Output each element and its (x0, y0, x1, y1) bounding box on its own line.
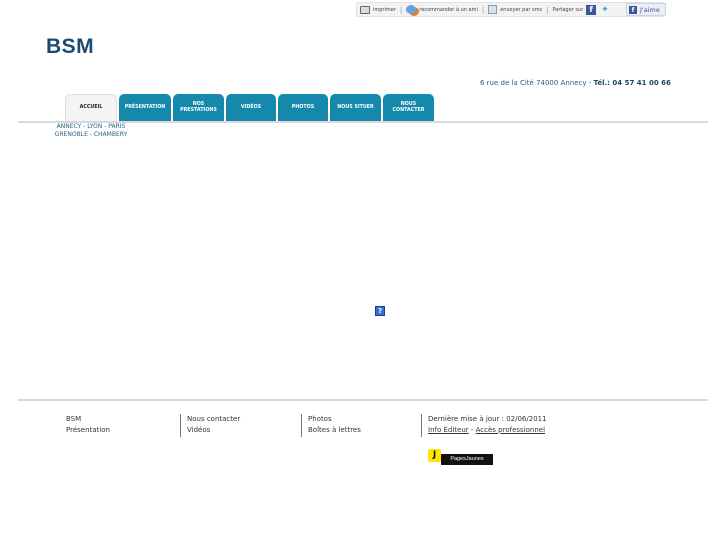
footer-divider (18, 399, 708, 401)
tab-presentation[interactable]: PRÉSENTATION (119, 94, 171, 121)
twitter-share-icon[interactable]: ✦ (601, 5, 609, 15)
missing-plugin-icon[interactable]: ? (375, 306, 385, 316)
footer-link-photos[interactable]: Photos (308, 414, 361, 425)
pro-access-link[interactable]: Accès professionnel (476, 426, 545, 434)
tab-videos[interactable]: VIDÉOS (226, 94, 276, 121)
footer-link-presentation[interactable]: Présentation (66, 425, 110, 436)
info-editeur-link[interactable]: Info Éditeur (428, 426, 469, 434)
tab-nous-situer[interactable]: NOUS SITUER (330, 94, 381, 121)
footer-link-letterboxes[interactable]: Boîtes à lettres (308, 425, 361, 436)
people-icon (406, 5, 417, 14)
pagesjaunes-badge[interactable]: PagesJaunes (441, 454, 493, 465)
tab-prestations[interactable]: NOS PRESTATIONS (173, 94, 224, 121)
last-update: Dernière mise à jour : 02/06/2011 (428, 415, 547, 423)
send-label: envoyer par sms (500, 6, 543, 13)
cities-list: ANNECY - LYON - PARIS GRENOBLE - CHAMBER… (50, 123, 132, 139)
recommend-label: recommander à un ami (419, 6, 478, 13)
phone-number: Tél.: 04 57 41 00 66 (593, 79, 671, 87)
footer-link-videos[interactable]: Vidéos (187, 425, 240, 436)
footer-link-contact[interactable]: Nous contacter (187, 414, 240, 425)
cities-line-1: ANNECY - LYON - PARIS (56, 123, 126, 130)
tab-accueil[interactable]: ACCUEIL (65, 94, 117, 121)
main-nav: ACCUEIL PRÉSENTATION NOS PRESTATIONS VID… (65, 94, 436, 121)
footer-col-1: BSM Présentation (66, 414, 110, 436)
print-button[interactable]: imprimer (357, 5, 399, 14)
facebook-share-icon[interactable]: f (586, 4, 597, 15)
mobile-icon (488, 5, 498, 14)
tab-nous-contacter[interactable]: NOUS CONTACTER (383, 94, 434, 121)
contact-address: 6 rue de la Cité 74000 Annecy - Tél.: 04… (480, 79, 671, 87)
facebook-icon: f (629, 5, 637, 14)
pagesjaunes-logo-icon[interactable]: J (428, 449, 441, 462)
tab-photos[interactable]: PHOTOS (278, 94, 328, 121)
link-separator: - (468, 425, 476, 434)
address-separator: - (588, 79, 592, 87)
site-title: BSM (46, 35, 95, 58)
share-label: Partager sur (552, 6, 584, 13)
recommend-button[interactable]: recommander à un ami (403, 5, 481, 14)
footer-col-4: Dernière mise à jour : 02/06/2011 Info É… (421, 414, 547, 437)
like-label: J'aime (640, 5, 660, 14)
footer-link-bsm[interactable]: BSM (66, 414, 110, 425)
share-toolbar: imprimer | recommander à un ami | envoye… (356, 2, 664, 17)
print-label: imprimer (373, 6, 396, 13)
facebook-like-button[interactable]: f J'aime (626, 3, 666, 16)
printer-icon (360, 5, 370, 14)
footer-col-3: Photos Boîtes à lettres (301, 414, 361, 437)
footer-col-2: Nous contacter Vidéos (180, 414, 240, 437)
send-sms-button[interactable]: envoyer par sms (485, 5, 545, 14)
cities-line-2: GRENOBLE - CHAMBERY (54, 130, 128, 138)
address-text: 6 rue de la Cité 74000 Annecy (480, 79, 587, 87)
share-group: Partager sur f ✦ (550, 4, 612, 15)
